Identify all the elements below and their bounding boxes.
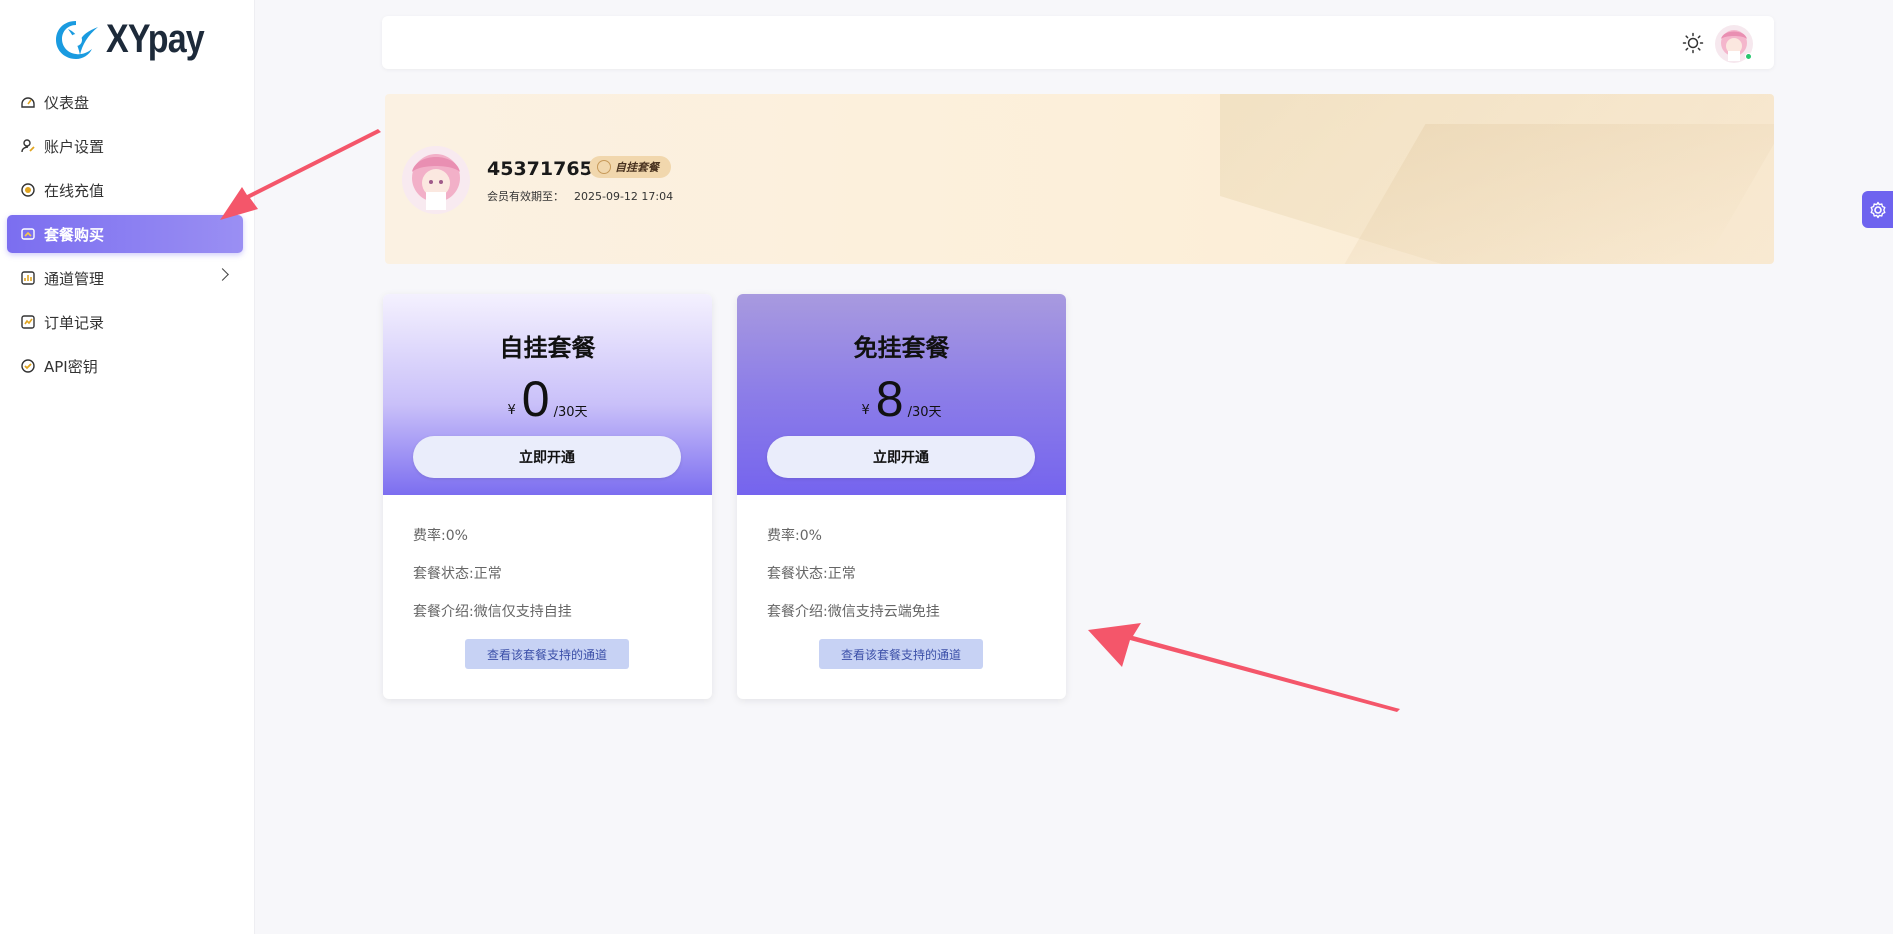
view-channels-button[interactable]: 查看该套餐支持的通道 xyxy=(465,639,629,669)
sidebar-item-package-purchase[interactable]: 套餐购买 xyxy=(7,215,243,253)
sidebar-item-label: 订单记录 xyxy=(44,313,105,332)
price-amount: 0 xyxy=(521,371,550,427)
top-header xyxy=(382,16,1774,69)
package-rate: 费率:0% xyxy=(767,528,822,544)
package-rate: 费率:0% xyxy=(413,528,468,544)
package-info: 费率:0% 套餐状态:正常 套餐介绍:微信支持云端免挂 xyxy=(737,495,1066,639)
package-card-hosting-free: 免挂套餐 ¥ 8 /30天 立即开通 费率:0% 套餐状态:正常 套餐介绍:微信… xyxy=(737,294,1066,699)
sidebar-item-recharge[interactable]: 在线充值 xyxy=(7,171,243,209)
currency-symbol: ¥ xyxy=(861,403,870,418)
expiry-value: 2025-09-12 17:04 xyxy=(574,190,674,203)
package-intro: 套餐介绍:微信仅支持自挂 xyxy=(413,604,572,620)
sun-icon[interactable] xyxy=(1682,32,1704,54)
online-status-dot xyxy=(1745,53,1752,60)
sidebar-item-label: 在线充值 xyxy=(44,181,105,200)
package-card-header: 自挂套餐 ¥ 0 /30天 立即开通 xyxy=(383,294,712,495)
gear-icon xyxy=(1870,201,1885,218)
sidebar-item-dashboard[interactable]: 仪表盘 xyxy=(7,83,243,121)
package-title: 免挂套餐 xyxy=(853,334,950,362)
package-status: 套餐状态:正常 xyxy=(413,566,502,582)
sidebar-item-label: 通道管理 xyxy=(44,269,105,288)
price-period: /30天 xyxy=(907,405,942,420)
logo-text: XYpay xyxy=(106,16,205,61)
sidebar-item-channel-management[interactable]: 通道管理 xyxy=(7,259,243,297)
sidebar: XYpay 仪表盘 账户设置 在线充值 套餐购买 通道管理 订单记录 API密钥 xyxy=(0,0,255,934)
dashboard-icon xyxy=(21,97,35,108)
chevron-right-icon xyxy=(216,268,229,281)
sidebar-item-api-keys[interactable]: API密钥 xyxy=(7,347,243,385)
sidebar-item-account-settings[interactable]: 账户设置 xyxy=(7,127,243,165)
activate-now-button[interactable]: 立即开通 xyxy=(413,436,681,478)
key-icon xyxy=(21,359,35,373)
sidebar-item-label: 套餐购买 xyxy=(44,225,105,244)
coin-icon xyxy=(21,183,35,197)
activate-now-button[interactable]: 立即开通 xyxy=(767,436,1035,478)
package-badge-label: 自挂套餐 xyxy=(615,161,659,174)
avatar xyxy=(402,146,470,214)
chart-icon xyxy=(21,271,35,285)
sidebar-item-label: 账户设置 xyxy=(44,137,105,156)
view-channels-button[interactable]: 查看该套餐支持的通道 xyxy=(819,639,983,669)
membership-expiry: 会员有效期至： 2025-09-12 17:04 xyxy=(487,188,673,204)
sidebar-nav: 仪表盘 账户设置 在线充值 套餐购买 通道管理 订单记录 API密钥 xyxy=(7,83,243,391)
package-title: 自挂套餐 xyxy=(499,334,596,362)
price-amount: 8 xyxy=(875,371,904,427)
package-intro: 套餐介绍:微信支持云端免挂 xyxy=(767,604,940,620)
package-status: 套餐状态:正常 xyxy=(767,566,856,582)
crown-icon xyxy=(597,160,611,174)
package-card-self-hosted: 自挂套餐 ¥ 0 /30天 立即开通 费率:0% 套餐状态:正常 套餐介绍:微信… xyxy=(383,294,712,699)
annotation-arrow xyxy=(1088,623,1400,712)
order-icon xyxy=(21,315,35,329)
logo-mark-icon xyxy=(56,21,98,59)
sidebar-item-label: API密钥 xyxy=(44,357,98,376)
theme-settings-tab[interactable] xyxy=(1862,191,1893,228)
logo[interactable]: XYpay xyxy=(52,14,221,64)
expiry-label: 会员有效期至： xyxy=(487,190,564,203)
package-icon xyxy=(21,228,35,240)
package-price: ¥ 0 /30天 xyxy=(383,374,712,424)
username: 453717652 xyxy=(487,158,606,180)
user-settings-icon xyxy=(21,139,35,153)
price-period: /30天 xyxy=(553,405,588,420)
sidebar-item-order-records[interactable]: 订单记录 xyxy=(7,303,243,341)
currency-symbol: ¥ xyxy=(507,403,516,418)
member-banner: 453717652 自挂套餐 会员有效期至： 2025-09-12 17:04 xyxy=(385,94,1774,264)
package-card-header: 免挂套餐 ¥ 8 /30天 立即开通 xyxy=(737,294,1066,495)
package-price: ¥ 8 /30天 xyxy=(737,374,1066,424)
package-info: 费率:0% 套餐状态:正常 套餐介绍:微信仅支持自挂 xyxy=(383,495,712,639)
package-badge: 自挂套餐 xyxy=(589,156,671,178)
sidebar-item-label: 仪表盘 xyxy=(44,93,90,112)
